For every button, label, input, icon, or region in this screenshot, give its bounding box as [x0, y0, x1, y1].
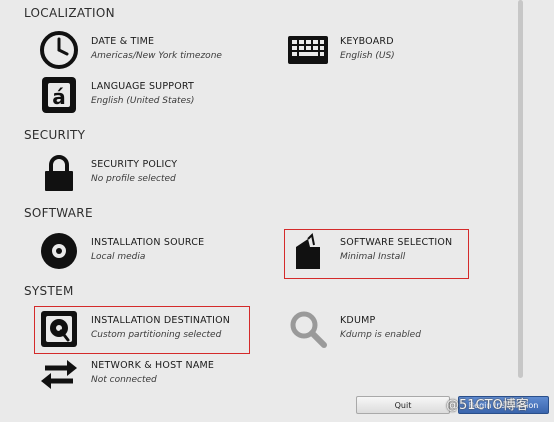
spoke-keyboard[interactable]: KEYBOARD English (US) [288, 30, 488, 70]
spoke-language-support-label: LANGUAGE SUPPORT [91, 81, 194, 92]
section-title-system: SYSTEM [24, 284, 74, 298]
spoke-language-support-status: English (United States) [91, 96, 195, 106]
spoke-software-selection-status: Minimal Install [340, 252, 406, 262]
spoke-network-host-name[interactable]: NETWORK & HOST NAME Not connected [39, 354, 259, 394]
spoke-kdump[interactable]: KDUMP Kdump is enabled [288, 309, 488, 349]
disc-icon [39, 231, 79, 271]
language-icon: á [39, 75, 79, 115]
spoke-date-time[interactable]: DATE & TIME Americas/New York timezone [39, 30, 259, 70]
spoke-installation-source[interactable]: INSTALLATION SOURCE Local media [39, 231, 259, 271]
spoke-installation-source-status: Local media [91, 252, 146, 262]
spoke-kdump-status: Kdump is enabled [340, 330, 421, 340]
spoke-keyboard-status: English (US) [340, 51, 395, 61]
spoke-software-selection-label: SOFTWARE SELECTION [340, 237, 453, 248]
spoke-security-policy[interactable]: SECURITY POLICY No profile selected [39, 153, 259, 193]
spoke-network-host-name-label: NETWORK & HOST NAME [91, 360, 215, 371]
scrollbar-thumb[interactable] [518, 0, 523, 378]
spoke-date-time-label: DATE & TIME [91, 36, 155, 47]
spoke-security-policy-label: SECURITY POLICY [91, 159, 178, 170]
watermark-text: @51CTO博客 [446, 398, 529, 413]
svg-text:á: á [52, 85, 66, 109]
spoke-date-time-status: Americas/New York timezone [91, 51, 222, 61]
section-title-security: SECURITY [24, 128, 86, 142]
lock-icon [39, 153, 79, 193]
clock-icon [39, 30, 79, 70]
spoke-language-support[interactable]: á LANGUAGE SUPPORT English (United State… [39, 75, 259, 115]
harddisk-icon [39, 309, 79, 349]
spoke-installation-source-label: INSTALLATION SOURCE [91, 237, 205, 248]
spoke-security-policy-status: No profile selected [91, 174, 176, 184]
section-title-software: SOFTWARE [24, 206, 93, 220]
spoke-keyboard-label: KEYBOARD [340, 36, 394, 47]
spoke-installation-destination-label: INSTALLATION DESTINATION [91, 315, 231, 326]
spoke-network-host-name-status: Not connected [91, 375, 157, 385]
section-title-localization: LOCALIZATION [24, 6, 115, 20]
quit-button[interactable]: Quit [356, 396, 450, 414]
spoke-installation-destination[interactable]: INSTALLATION DESTINATION Custom partitio… [39, 309, 245, 349]
spoke-kdump-label: KDUMP [340, 315, 376, 326]
package-icon [288, 231, 328, 271]
keyboard-icon [288, 30, 328, 70]
spoke-installation-destination-status: Custom partitioning selected [91, 330, 222, 340]
spoke-software-selection[interactable]: SOFTWARE SELECTION Minimal Install [288, 231, 464, 271]
network-arrows-icon [39, 354, 79, 394]
magnifier-icon [288, 309, 328, 349]
